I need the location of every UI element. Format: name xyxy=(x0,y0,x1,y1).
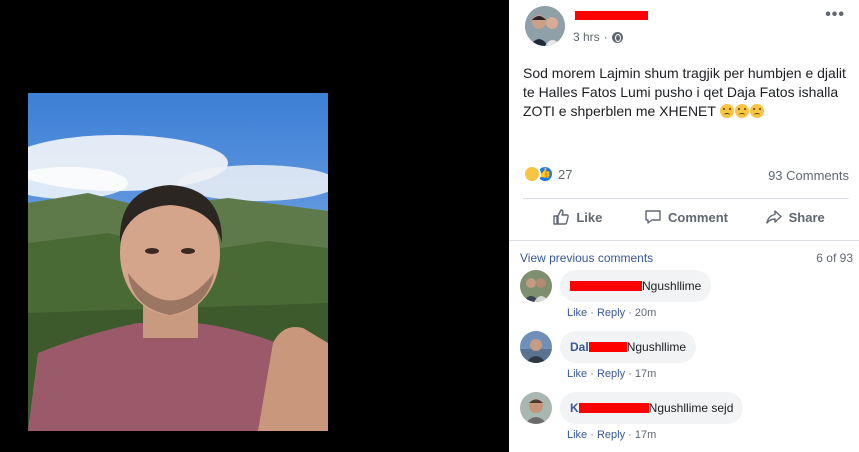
commenter-name-redacted[interactable] xyxy=(578,403,649,413)
divider xyxy=(509,240,859,241)
like-button[interactable]: Like xyxy=(523,199,632,235)
commenter-name-redacted[interactable] xyxy=(570,281,642,291)
reactions-summary[interactable]: 👍 27 xyxy=(523,165,572,183)
commenter-name-visible[interactable]: Dal xyxy=(570,340,589,354)
comment-button[interactable]: Comment xyxy=(632,199,741,235)
author-name-redacted[interactable] xyxy=(575,11,648,20)
comment-actions: Like · Reply · 20m xyxy=(567,307,657,319)
commenter-avatar[interactable] xyxy=(520,270,552,302)
sad-reaction-icon xyxy=(523,165,541,183)
sad-emoji-icon xyxy=(719,104,734,118)
author-avatar[interactable] xyxy=(525,6,565,46)
post-panel: 3 hrs · ••• Sod morem Lajmin shum tragji… xyxy=(509,0,859,452)
comment-text: Ngushllime xyxy=(626,340,687,354)
comment-reply-link[interactable]: Reply xyxy=(597,368,625,380)
comment-text: Ngushllime xyxy=(642,279,702,293)
share-icon xyxy=(765,210,782,224)
post-meta: 3 hrs · xyxy=(573,30,623,44)
photo-viewer xyxy=(0,0,509,452)
post-time[interactable]: 3 hrs xyxy=(573,30,600,44)
comment-bubble: K Ngushllime sejd xyxy=(560,392,744,424)
commenter-avatar[interactable] xyxy=(520,331,552,363)
post-text-body: Sod morem Lajmin shum tragjik per humbje… xyxy=(523,65,846,119)
comment-reply-link[interactable]: Reply xyxy=(597,307,625,319)
more-options-icon[interactable]: ••• xyxy=(825,6,845,24)
comment-time[interactable]: 17m xyxy=(635,368,656,380)
comment-like-link[interactable]: Like xyxy=(567,307,587,319)
comment-bubble: Dal Ngushllime xyxy=(560,331,697,363)
comment-label: Comment xyxy=(668,209,728,225)
comment-like-link[interactable]: Like xyxy=(567,368,587,380)
share-label: Share xyxy=(788,209,825,225)
comment-bubble: Ngushllime xyxy=(560,270,712,302)
comment-reply-link[interactable]: Reply xyxy=(597,429,625,441)
comment-like-link[interactable]: Like xyxy=(567,429,587,441)
share-button[interactable]: Share xyxy=(740,199,849,235)
comment-text: Ngushllime sejd xyxy=(648,401,734,415)
comment-time[interactable]: 17m xyxy=(635,429,656,441)
sad-emoji-icon xyxy=(749,104,764,118)
globe-icon xyxy=(611,31,623,43)
commenter-name-redacted[interactable] xyxy=(588,342,627,352)
sad-emoji-icon xyxy=(734,104,749,118)
thumbs-up-icon xyxy=(553,209,570,225)
comment-actions: Like · Reply · 17m xyxy=(567,429,657,441)
like-label: Like xyxy=(576,209,603,225)
comment-time[interactable]: 20m xyxy=(635,307,656,319)
comment-icon xyxy=(645,210,661,224)
comment-actions: Like · Reply · 17m xyxy=(567,368,657,380)
reaction-count: 27 xyxy=(558,166,573,182)
commenter-avatar[interactable] xyxy=(520,392,552,424)
view-previous-comments-link[interactable]: View previous comments xyxy=(520,251,653,265)
comments-count[interactable]: 93 Comments xyxy=(768,168,849,183)
comments-pager: 6 of 93 xyxy=(816,251,853,265)
post-photo[interactable] xyxy=(28,93,328,431)
meta-separator: · xyxy=(603,30,608,44)
post-text: Sod morem Lajmin shum tragjik per humbje… xyxy=(523,64,848,121)
post-actions: Like Comment Share xyxy=(523,199,849,235)
commenter-name-visible[interactable]: K xyxy=(570,401,579,415)
